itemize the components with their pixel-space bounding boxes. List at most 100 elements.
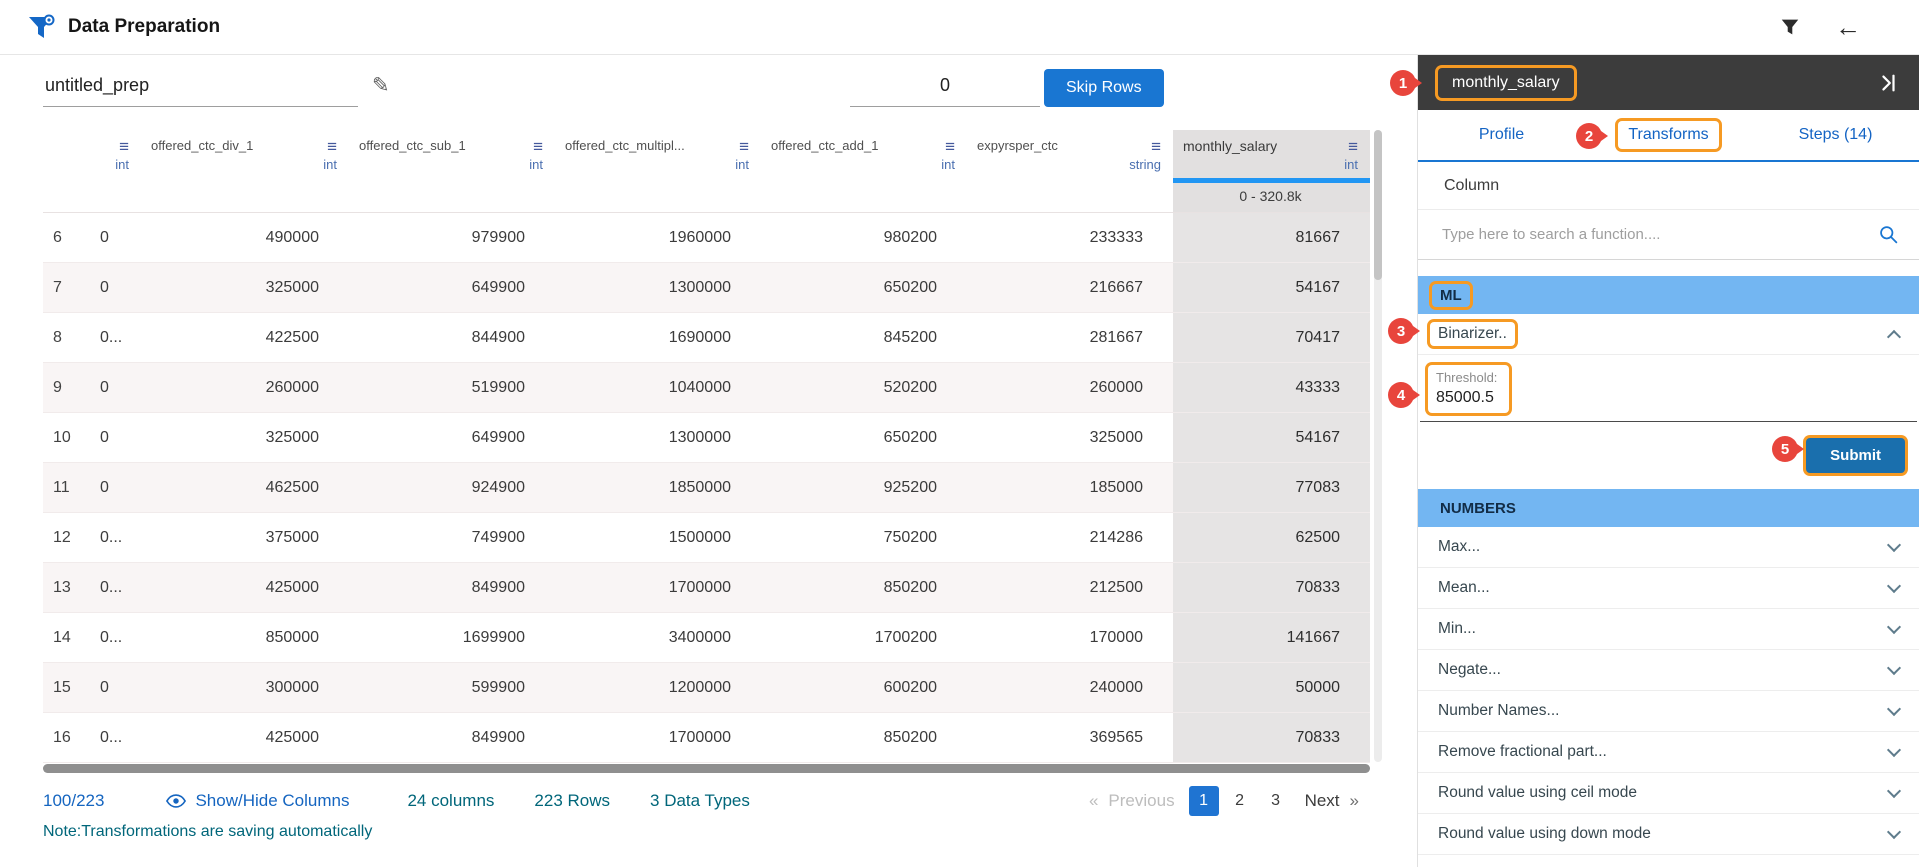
column-header-expyrsper-ctc[interactable]: expyrsper_ctc≡string [967,130,1173,212]
transform-item-round-value-using-down-mode[interactable]: Round value using down mode [1418,814,1919,855]
cell: 0... [92,313,141,362]
chevron-down-icon[interactable] [1887,824,1901,838]
column-menu-icon[interactable]: ≡ [945,138,955,155]
annotation-badge-5: 5 [1772,436,1798,462]
page-button-1[interactable]: 1 [1189,786,1219,816]
column-type: int [359,157,543,172]
subtab-column[interactable]: Column [1418,162,1919,210]
cell: 749900 [349,513,555,562]
cell: 0 [92,413,141,462]
chevron-down-icon[interactable] [1887,783,1901,797]
transform-item-label: Round value using ceil mode [1430,781,1645,805]
transform-sections: MLBinarizer..Threshold:85000.5SubmitNUMB… [1418,276,1919,855]
tab-profile-label: Profile [1469,121,1534,149]
column-menu-icon[interactable]: ≡ [1348,138,1358,155]
table-row: 140...8500001699900340000017002001700001… [43,613,1370,663]
transform-item-min[interactable]: Min... [1418,609,1919,650]
cell: 233333 [967,213,1173,262]
vertical-scrollbar-thumb[interactable] [1374,130,1382,280]
horizontal-scrollbar[interactable] [43,764,1370,773]
transform-item-remove-fractional-part[interactable]: Remove fractional part... [1418,732,1919,773]
cell: 599900 [349,663,555,712]
row-index: 11 [43,463,92,512]
cell: 650200 [761,413,967,462]
panel-header: monthly_salary [1418,55,1919,110]
skip-rows-input[interactable] [850,67,1040,107]
cell: 850200 [761,563,967,612]
cell: 1200000 [555,663,761,712]
row-index: 10 [43,413,92,462]
transform-item-mean[interactable]: Mean... [1418,568,1919,609]
cell: 1300000 [555,263,761,312]
transform-item-label: Binarizer.. [1430,322,1515,346]
threshold-input[interactable]: 85000.5 [1436,389,1497,407]
transform-item-label: Min... [1430,617,1484,641]
edit-pencil-icon[interactable]: ✎ [372,73,390,98]
chevron-down-icon[interactable] [1887,701,1901,715]
rows-summary: 223 Rows [534,791,610,811]
chevron-down-icon[interactable] [1887,660,1901,674]
autosave-note: Note:Transformations are saving automati… [43,823,372,841]
filter-icon[interactable] [1779,16,1801,38]
collapse-panel-icon[interactable] [1877,72,1899,94]
cell: 0... [92,713,141,762]
chevron-down-icon[interactable] [1887,619,1901,633]
search-icon[interactable] [1878,224,1899,245]
column-header-truncated[interactable]: ≡int [92,130,141,212]
cell: 849900 [349,563,555,612]
column-header-offered-ctc-add-1[interactable]: offered_ctc_add_1≡int [761,130,967,212]
page-button-2[interactable]: 2 [1225,786,1255,816]
skip-rows-button[interactable]: Skip Rows [1044,69,1164,107]
transform-item-max[interactable]: Max... [1418,527,1919,568]
column-menu-icon[interactable]: ≡ [533,138,543,155]
show-hide-columns-button[interactable]: Show/Hide Columns [166,791,349,811]
submit-button[interactable]: Submit [1806,438,1905,473]
column-header-offered-ctc-sub-1[interactable]: offered_ctc_sub_1≡int [349,130,555,212]
cell: 281667 [967,313,1173,362]
tab-steps-label: Steps (14) [1789,121,1883,149]
transform-item-number-names[interactable]: Number Names... [1418,691,1919,732]
column-menu-icon[interactable]: ≡ [327,138,337,155]
back-arrow-icon[interactable]: ← [1835,14,1861,40]
cell: 422500 [141,313,349,362]
chevron-down-icon[interactable] [1887,578,1901,592]
column-menu-icon[interactable]: ≡ [119,138,129,155]
transform-item-negate[interactable]: Negate... [1418,650,1919,691]
cell: 0... [92,613,141,662]
column-menu-icon[interactable]: ≡ [1151,138,1161,155]
page-title: Data Preparation [68,16,220,38]
function-search-input[interactable] [1442,226,1878,243]
cell: 519900 [349,363,555,412]
transform-item-binarizer[interactable]: Binarizer.. [1418,314,1919,355]
chevron-up-icon[interactable] [1887,329,1901,343]
chevron-down-icon[interactable] [1887,742,1901,756]
cell: 1700000 [555,713,761,762]
transform-item-label: Negate... [1430,658,1509,682]
column-header-offered-ctc-multipl[interactable]: offered_ctc_multipl...≡int [555,130,761,212]
threshold-field: Threshold:85000.5 [1428,365,1509,413]
tab-transforms[interactable]: Transforms [1585,110,1752,160]
column-range: 0 - 320.8k [1183,188,1358,204]
section-header-numbers: NUMBERS [1418,489,1919,527]
transform-item-round-value-using-ceil-mode[interactable]: Round value using ceil mode [1418,773,1919,814]
cell: 325000 [141,263,349,312]
chevron-down-icon[interactable] [1887,537,1901,551]
previous-button[interactable]: Previous [1108,791,1174,811]
column-header-offered-ctc-div-1[interactable]: offered_ctc_div_1≡int [141,130,349,212]
prep-name-input[interactable]: untitled_prep [43,67,358,107]
page-button-3[interactable]: 3 [1261,786,1291,816]
row-index: 9 [43,363,92,412]
column-menu-icon[interactable]: ≡ [739,138,749,155]
tab-steps[interactable]: Steps (14) [1752,110,1919,160]
vertical-scrollbar[interactable] [1374,130,1382,762]
next-button[interactable]: Next [1305,791,1340,811]
next-symbol[interactable]: » [1350,791,1359,811]
cell: 1300000 [555,413,761,462]
column-header-monthly-salary[interactable]: monthly_salary≡int0 - 320.8k [1173,130,1370,212]
subtab-column-label: Column [1444,177,1499,195]
tab-profile[interactable]: Profile [1418,110,1585,160]
table-row: 120...3750007499001500000750200214286625… [43,513,1370,563]
cell: 1700200 [761,613,967,662]
transform-item-label: Remove fractional part... [1430,740,1615,764]
previous-symbol[interactable]: « [1089,791,1098,811]
